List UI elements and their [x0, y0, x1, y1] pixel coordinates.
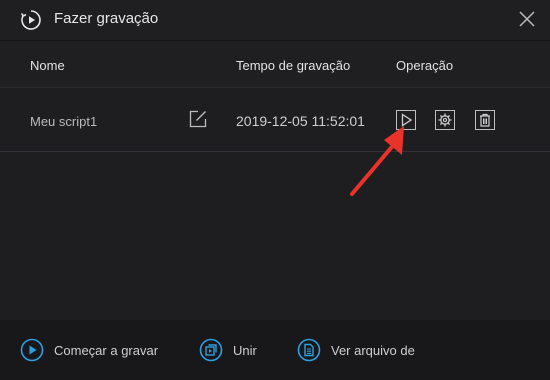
window-title: Fazer gravação [54, 10, 159, 27]
table-header: Nome Tempo de gravação Operação [0, 41, 550, 88]
start-recording-label: Começar a gravar [54, 343, 159, 358]
merge-label: Unir [233, 343, 257, 358]
script-name: Meu script1 [30, 114, 98, 129]
record-start-icon [20, 338, 44, 362]
settings-button[interactable] [435, 110, 455, 130]
column-header-name: Nome [30, 58, 65, 73]
table-row: Meu script1 2019-12-05 11:52:01 [0, 88, 550, 152]
footer-bar: Começar a gravar Unir Ver arquivo de [0, 320, 550, 380]
file-icon [297, 338, 321, 362]
red-arrow-icon [350, 126, 404, 196]
table-body: Meu script1 2019-12-05 11:52:01 [0, 88, 550, 320]
close-icon[interactable] [518, 10, 536, 28]
settings-icon [438, 113, 452, 127]
recording-dialog: Fazer gravação Nome Tempo de gravação Op… [0, 0, 550, 380]
merge-icon [199, 338, 223, 362]
column-header-operation: Operação [396, 58, 454, 73]
column-header-time: Tempo de gravação [236, 58, 351, 73]
delete-button[interactable] [475, 110, 495, 130]
title-bar: Fazer gravação [0, 0, 550, 41]
view-file-label: Ver arquivo de [331, 343, 415, 358]
record-play-icon [20, 10, 41, 30]
edit-icon[interactable] [189, 110, 207, 128]
delete-icon [480, 113, 490, 127]
